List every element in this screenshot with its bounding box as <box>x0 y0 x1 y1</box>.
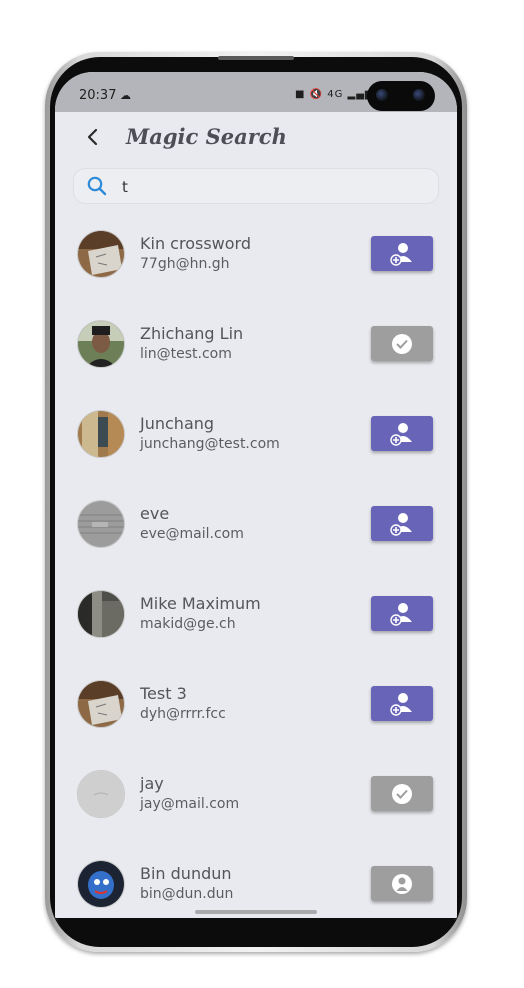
camera-lens-icon <box>376 89 388 101</box>
avatar <box>77 230 125 278</box>
list-item[interactable]: eve eve@mail.com <box>55 478 457 568</box>
profile-button[interactable] <box>371 866 433 901</box>
search-input[interactable] <box>120 173 424 201</box>
avatar <box>77 410 125 458</box>
back-arrow-icon[interactable] <box>83 127 103 147</box>
user-name: Bin dundun <box>140 864 232 883</box>
search-icon[interactable] <box>86 175 108 197</box>
user-email: eve@mail.com <box>140 526 244 542</box>
user-email: bin@dun.dun <box>140 886 234 902</box>
user-name: jay <box>140 774 164 793</box>
status-time: 20:37 <box>79 88 117 103</box>
avatar <box>77 680 125 728</box>
search-bar[interactable] <box>73 168 439 204</box>
list-item[interactable]: Kin crossword 77gh@hn.gh <box>55 208 457 298</box>
add-friend-button[interactable] <box>371 686 433 721</box>
user-email: dyh@rrrr.fcc <box>140 706 226 722</box>
add-friend-button[interactable] <box>371 236 433 271</box>
avatar <box>77 770 125 818</box>
add-person-icon <box>390 693 412 716</box>
list-item[interactable]: Junchang junchang@test.com <box>55 388 457 478</box>
person-circle-icon <box>392 874 412 894</box>
screen: 20:37 ☁ ■ 🔇 4G ▂▄▆ 9 Magic Search Kin cr… <box>55 72 457 920</box>
user-email: jay@mail.com <box>140 796 240 812</box>
user-name: Junchang <box>140 414 215 433</box>
user-email: makid@ge.ch <box>140 616 236 632</box>
status-bar: 20:37 ☁ ■ 🔇 4G ▂▄▆ 9 <box>55 72 457 112</box>
add-person-icon <box>390 603 412 626</box>
user-email: lin@test.com <box>140 346 232 362</box>
user-name: Kin crossword <box>140 234 251 253</box>
list-item[interactable]: Mike Maximum makid@ge.ch <box>55 568 457 658</box>
camera-cutout <box>367 81 435 111</box>
user-name: eve <box>140 504 170 523</box>
user-email: junchang@test.com <box>140 436 280 452</box>
list-item[interactable]: Bin dundun bin@dun.dun <box>55 838 457 920</box>
home-indicator[interactable] <box>195 910 317 914</box>
add-person-icon <box>390 243 412 266</box>
earpiece <box>218 56 294 60</box>
page-title: Magic Search <box>126 124 287 149</box>
user-name: Mike Maximum <box>140 594 261 613</box>
avatar <box>77 500 125 548</box>
avatar <box>77 320 125 368</box>
screen-bottom-edge <box>55 918 457 920</box>
check-circle-icon <box>392 784 412 804</box>
notification-icon: ☁ <box>120 89 131 102</box>
list-item[interactable]: Test 3 dyh@rrrr.fcc <box>55 658 457 748</box>
user-name: Zhichang Lin <box>140 324 244 343</box>
user-email: 77gh@hn.gh <box>140 256 230 272</box>
add-person-icon <box>390 423 412 446</box>
user-name: Test 3 <box>140 684 187 703</box>
avatar <box>77 590 125 638</box>
list-item[interactable]: Zhichang Lin lin@test.com <box>55 298 457 388</box>
add-person-icon <box>390 513 412 536</box>
avatar <box>77 860 125 908</box>
list-item[interactable]: jay jay@mail.com <box>55 748 457 838</box>
added-status-button[interactable] <box>371 326 433 361</box>
add-friend-button[interactable] <box>371 506 433 541</box>
check-circle-icon <box>392 334 412 354</box>
camera-lens-icon <box>413 89 425 101</box>
added-status-button[interactable] <box>371 776 433 811</box>
add-friend-button[interactable] <box>371 596 433 631</box>
add-friend-button[interactable] <box>371 416 433 451</box>
app-bar: Magic Search <box>55 112 457 168</box>
